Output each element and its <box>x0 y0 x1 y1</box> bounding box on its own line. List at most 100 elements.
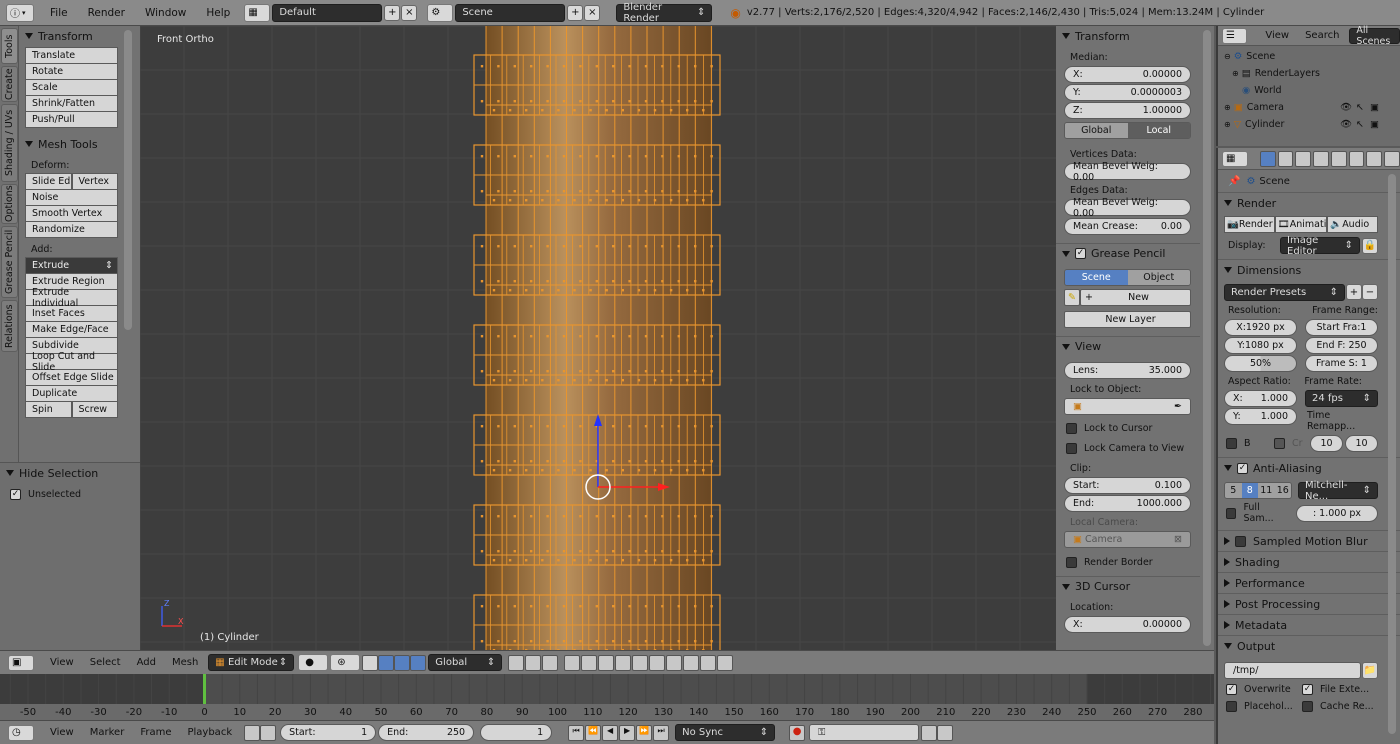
edge-select-icon[interactable] <box>666 654 683 671</box>
properties-scrollbar[interactable] <box>1388 174 1396 734</box>
snap-icon[interactable] <box>615 654 632 671</box>
output-path-field[interactable]: /tmp/ <box>1224 662 1361 679</box>
start-frame-field[interactable]: Start Fra:1 <box>1305 319 1378 336</box>
render-engine-select[interactable]: Blender Render ⇕ <box>616 2 713 24</box>
remap-new-field[interactable]: 10 <box>1345 435 1378 452</box>
metadata-panel-header[interactable]: Metadata <box>1218 614 1400 635</box>
rotate-manipulator-icon[interactable] <box>394 654 411 671</box>
pencil-icon[interactable]: ✎ <box>1064 289 1080 306</box>
slide-edge-button[interactable]: Slide Ed <box>25 173 72 190</box>
clip-end-field[interactable]: End: 1000.000 <box>1064 495 1191 512</box>
full-sample-checkbox[interactable]: Full Sam... <box>1226 502 1290 524</box>
extrude-dropdown[interactable]: Extrude ⇕ <box>25 257 118 274</box>
timeline-view-menu[interactable]: View <box>42 727 82 738</box>
lock-object-field[interactable]: ▣ ✒ <box>1064 398 1191 415</box>
pin-icon[interactable]: 📌 <box>1228 176 1240 187</box>
preview-range-icon[interactable] <box>244 724 261 741</box>
lock-to-cursor-checkbox[interactable]: Lock to Cursor <box>1066 423 1200 434</box>
extrude-individual-button[interactable]: Extrude Individual <box>25 287 118 309</box>
tab-create[interactable]: Create <box>1 66 18 102</box>
current-frame-field[interactable]: 1 <box>480 724 553 741</box>
scene-field[interactable]: Scene <box>455 3 566 22</box>
lens-field[interactable]: Lens: 35.000 <box>1064 362 1191 379</box>
unselected-checkbox[interactable]: ✓ Unselected <box>10 489 140 500</box>
viewport-canvas[interactable]: ZX <box>140 26 1056 650</box>
transform-panel-header[interactable]: Transform <box>1056 26 1200 46</box>
randomize-button[interactable]: Randomize <box>25 221 118 238</box>
filter-size-field[interactable]: : 1.000 px <box>1296 504 1378 522</box>
spin-button[interactable]: Spin <box>25 401 72 418</box>
local-camera-field[interactable]: ▣ Camera ⊠ <box>1064 531 1191 548</box>
scene-browse[interactable]: ⚙ <box>427 3 454 22</box>
duplicate-button[interactable]: Duplicate <box>25 385 118 402</box>
vertex-slide-button[interactable]: Vertex <box>71 173 118 190</box>
render-audio-button[interactable]: 🔈 Audio <box>1327 216 1379 233</box>
menu-window[interactable]: Window <box>135 0 196 26</box>
timeline[interactable]: -50 -40 -30 -20 -10 0 10 20 30 40 50 60 70 80 90 100 110… <box>0 674 1214 720</box>
menu-file[interactable]: File <box>40 0 78 26</box>
outliner-row-scene[interactable]: ⊖ ⚙ Scene <box>1218 48 1400 65</box>
grease-pencil-panel-header[interactable]: ✓ Grease Pencil <box>1056 243 1200 263</box>
gp-scene-toggle[interactable]: Scene <box>1065 270 1128 285</box>
render-animation-button[interactable]: 🎞 Animati <box>1274 216 1328 233</box>
toolshelf-scrollbar[interactable] <box>124 30 132 330</box>
end-frame-field[interactable]: End F: 250 <box>1305 337 1378 354</box>
play-reverse-icon[interactable]: ◀ <box>602 724 619 741</box>
editor-type-menu[interactable]: ⓘ ▾ <box>6 3 34 22</box>
outliner-row-camera[interactable]: ⊕ ▣ Camera 👁 ↖ ▣ <box>1218 99 1400 116</box>
aa-samples-11[interactable]: 11 <box>1258 483 1275 498</box>
rotate-button[interactable]: Rotate <box>25 63 118 80</box>
tab-shading-uvs[interactable]: Shading / UVs <box>1 104 18 182</box>
shrink-fatten-button[interactable]: Shrink/Fatten <box>25 95 118 112</box>
render-presets-select[interactable]: Render Presets ⇕ <box>1224 284 1345 301</box>
global-toggle[interactable]: Global <box>1065 123 1128 138</box>
smooth-vertex-button[interactable]: Smooth Vertex <box>25 205 118 222</box>
render-panel-header[interactable]: Render <box>1218 192 1400 213</box>
noise-button[interactable]: Noise <box>25 189 118 206</box>
vertex-select-icon[interactable] <box>564 654 581 671</box>
frame-rate-select[interactable]: 24 fps ⇕ <box>1305 390 1378 407</box>
mean-bevel-weight-edge-field[interactable]: Mean Bevel Weig: 0.00 <box>1064 197 1191 219</box>
tab-relations[interactable]: Relations <box>1 300 18 352</box>
render-icon[interactable] <box>700 654 717 671</box>
layer-icon[interactable] <box>525 654 542 671</box>
3d-cursor-panel-header[interactable]: 3D Cursor <box>1056 576 1200 596</box>
cursor-select-icon[interactable]: ↖ <box>1356 119 1364 130</box>
aa-samples-16[interactable]: 16 <box>1274 483 1291 498</box>
timeline-playback-menu[interactable]: Playback <box>179 727 240 738</box>
timeline-frame-menu[interactable]: Frame <box>132 727 179 738</box>
checkmark-icon[interactable]: ✓ <box>1237 462 1248 474</box>
scale-manipulator-icon[interactable] <box>410 654 427 671</box>
aa-filter-select[interactable]: Mitchell-Ne... ⇕ <box>1298 480 1378 502</box>
viewport-mesh-menu[interactable]: Mesh <box>164 657 206 668</box>
tab-options[interactable]: Options <box>1 184 18 224</box>
mean-crease-field[interactable]: Mean Crease: 0.00 <box>1064 218 1191 235</box>
occlude-icon[interactable] <box>598 654 615 671</box>
pivot-point-select[interactable]: ⊛ <box>330 654 361 671</box>
remove-preset-icon[interactable]: − <box>1362 284 1378 300</box>
jump-start-icon[interactable]: ⏮ <box>568 724 585 741</box>
median-z-field[interactable]: Z: 1.00000 <box>1064 102 1191 119</box>
anti-aliasing-panel-header[interactable]: ✓ Anti-Aliasing <box>1218 457 1400 478</box>
performance-panel-header[interactable]: Performance <box>1218 572 1400 593</box>
play-icon[interactable]: ▶ <box>619 724 636 741</box>
folder-icon[interactable]: 📁 <box>1362 662 1378 679</box>
3d-viewport[interactable]: ZX Front Ortho (1) Cylinder <box>140 26 1056 650</box>
close-scene-icon[interactable]: × <box>584 4 601 21</box>
scale-button[interactable]: Scale <box>25 79 118 96</box>
insert-keyframe-icon[interactable] <box>921 724 938 741</box>
resolution-percentage-slider[interactable]: 50% <box>1224 355 1297 372</box>
outliner-row-renderlayers[interactable]: ⊕ ▤ RenderLayers <box>1218 65 1400 82</box>
local-toggle[interactable]: Local <box>1127 123 1190 138</box>
median-y-field[interactable]: Y: 0.0000003 <box>1064 84 1191 101</box>
loop-cut-slide-button[interactable]: Loop Cut and Slide <box>25 351 118 373</box>
screw-button[interactable]: Screw <box>71 401 118 418</box>
proportional-edit-icon[interactable] <box>581 654 598 671</box>
render-camera-icon[interactable]: ▣ <box>1370 102 1379 113</box>
eyedropper-icon[interactable]: ✒ <box>1174 401 1182 412</box>
display-select[interactable]: Image Editor ⇕ <box>1280 235 1360 257</box>
render-image-button[interactable]: 📷 Render <box>1224 216 1275 233</box>
tab-tools[interactable]: Tools <box>1 28 18 64</box>
view-panel-header[interactable]: View <box>1056 336 1200 356</box>
display-mode-select[interactable]: All Scenes <box>1349 25 1400 47</box>
